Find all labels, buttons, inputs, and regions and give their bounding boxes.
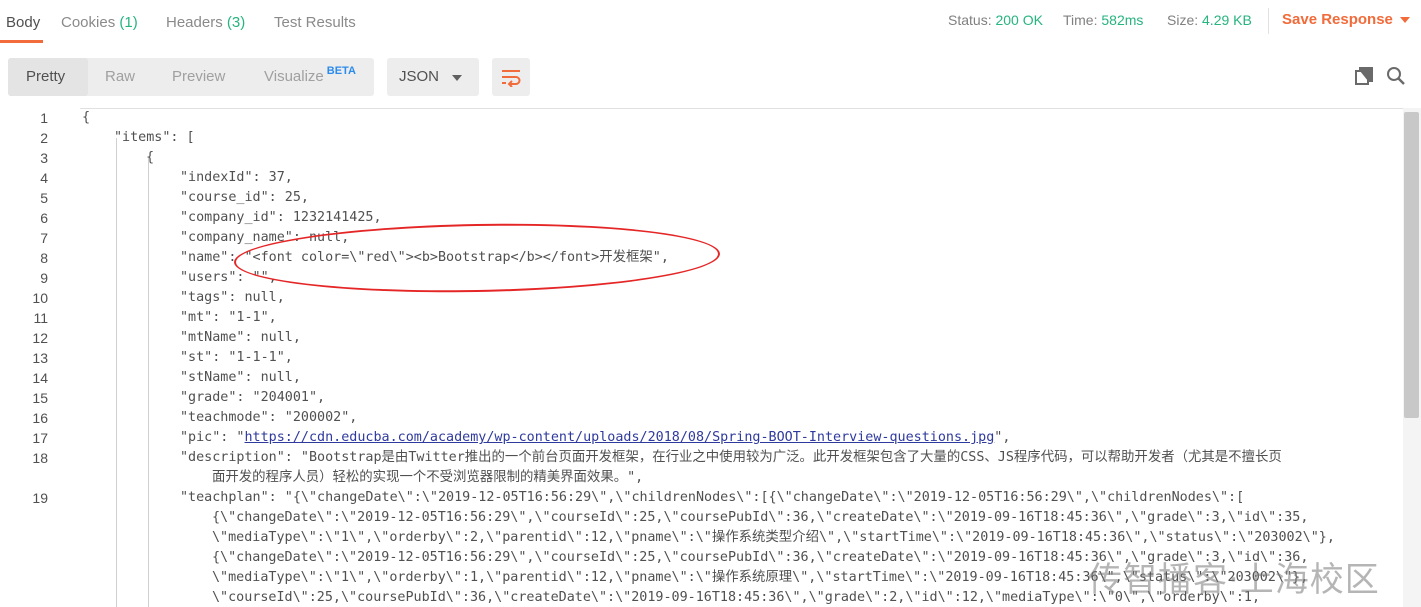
- mode-pretty[interactable]: Pretty: [26, 68, 65, 85]
- beta-badge: BETA: [326, 65, 356, 77]
- code-line: 5 "course_id": 25,: [40, 190, 309, 206]
- time-indicator[interactable]: Time: 582ms: [1063, 12, 1143, 28]
- wrap-lines-button[interactable]: [492, 58, 530, 96]
- code-line: 9 "users": "",: [40, 270, 277, 286]
- wrap-lines-icon: [502, 70, 521, 87]
- chevron-down-icon[interactable]: [1400, 17, 1410, 23]
- size-indicator[interactable]: Size: 4.29 KB: [1167, 12, 1252, 28]
- code-line: 3{: [40, 150, 155, 166]
- scrollbar-thumb[interactable]: [1404, 112, 1419, 418]
- tab-body[interactable]: Body: [6, 14, 40, 31]
- code-line: 18 "description": "Bootstrap是由Twitter推出的一…: [32, 450, 1282, 466]
- code-line-highlighted: 8 "name": "<font color=\"red\"><b>Bootstr…: [40, 250, 669, 266]
- response-body-editor[interactable]: 1{ 2 "items": [ 3{ 4 "indexId": 37, 5 "cour…: [0, 108, 1403, 607]
- mode-visualize[interactable]: Visualize BETA: [264, 65, 356, 85]
- search-icon[interactable]: [1386, 66, 1406, 86]
- code-line: 17 "pic": "https://cdn.educba.com/academy…: [32, 430, 1011, 446]
- code-line: 13 "st": "1-1-1",: [32, 350, 293, 366]
- mode-preview[interactable]: Preview: [172, 68, 225, 85]
- code-line: 11 "mt": "1-1",: [33, 310, 277, 326]
- tab-cookies[interactable]: Cookies (1): [61, 14, 138, 31]
- tab-test-results[interactable]: Test Results: [274, 14, 356, 31]
- code-line: 19 "teachplan": "{\"changeDate\":\"2019-1…: [32, 490, 1245, 506]
- save-response-button[interactable]: Save Response: [1282, 11, 1393, 28]
- chevron-down-icon: [452, 75, 462, 81]
- code-line: 2 "items": [: [40, 130, 195, 146]
- mode-raw[interactable]: Raw: [105, 68, 135, 85]
- code-line-wrapped: 面开发的程序人员）轻松的实现一个不受浏览器限制的精美界面效果。",: [212, 470, 644, 485]
- view-mode-switcher: Pretty Raw Preview Visualize BETA: [8, 58, 374, 96]
- active-tab-indicator: [0, 40, 43, 43]
- format-select[interactable]: JSON: [387, 58, 479, 96]
- status-indicator[interactable]: Status: 200 OK: [948, 12, 1043, 28]
- code-line: 6 "company_id": 1232141425,: [40, 210, 382, 226]
- code-line-wrapped: \"mediaType\":\"1\",\"orderby\":2,\"pare…: [212, 530, 1335, 545]
- response-tab-bar: Body Cookies (1) Headers (3) Test Result…: [0, 0, 1421, 44]
- code-line: 14 "stName": null,: [32, 370, 301, 386]
- image-url-link[interactable]: https://cdn.educba.com/academy/wp-conten…: [245, 430, 995, 445]
- copy-icon[interactable]: [1354, 66, 1374, 86]
- watermark: 传智播客·上海校区: [1088, 560, 1380, 600]
- code-line: 15 "grade": "204001",: [32, 390, 326, 406]
- code-line: 10 "tags": null,: [32, 290, 285, 306]
- divider: [1268, 8, 1269, 34]
- code-line: 4 "indexId": 37,: [40, 170, 293, 186]
- code-line: 12 "mtName": null,: [32, 330, 301, 346]
- code-line: 7 "company_name": null,: [40, 230, 350, 246]
- code-line-wrapped: {\"changeDate\":\"2019-12-05T16:56:29\",…: [212, 510, 1309, 525]
- code-line: 16 "teachmode": "200002",: [32, 410, 358, 426]
- tab-headers[interactable]: Headers (3): [166, 14, 245, 31]
- format-selected-value: JSON: [399, 68, 440, 85]
- code-line: 1{: [40, 110, 91, 126]
